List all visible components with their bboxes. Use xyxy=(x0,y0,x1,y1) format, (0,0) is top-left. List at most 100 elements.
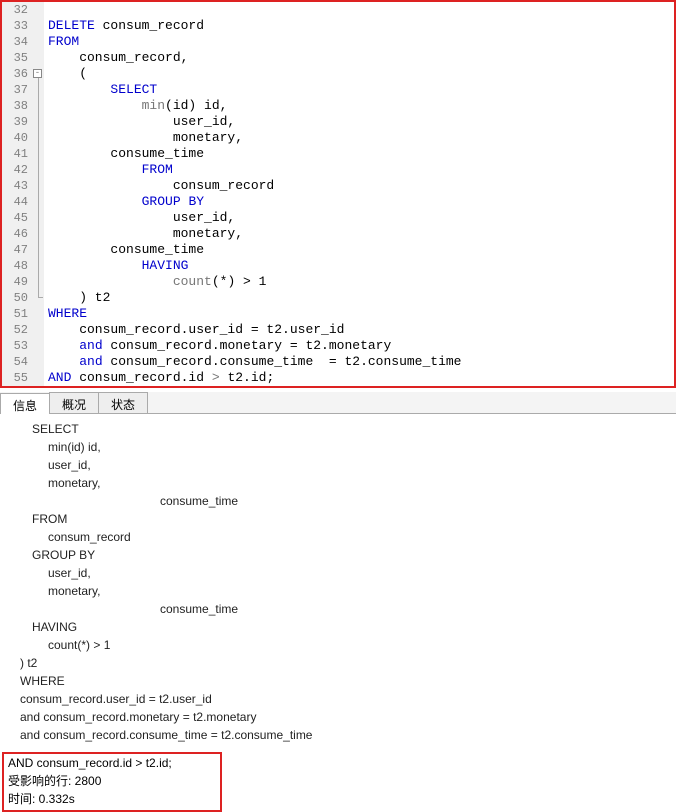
fold-gutter[interactable] xyxy=(32,354,44,370)
code-text[interactable]: AND consum_record.id > t2.id; xyxy=(44,370,674,386)
fold-gutter[interactable] xyxy=(32,274,44,290)
line-number: 49 xyxy=(2,274,32,290)
code-line[interactable]: 52 consum_record.user_id = t2.user_id xyxy=(2,322,674,338)
output-line: HAVING xyxy=(20,618,666,636)
line-number: 37 xyxy=(2,82,32,98)
code-text[interactable]: SELECT xyxy=(44,82,674,98)
fold-gutter[interactable] xyxy=(32,210,44,226)
code-text[interactable]: and consum_record.consume_time = t2.cons… xyxy=(44,354,674,370)
code-line[interactable]: 48 HAVING xyxy=(2,258,674,274)
code-text[interactable]: monetary, xyxy=(44,226,674,242)
code-text[interactable]: FROM xyxy=(44,162,674,178)
code-text[interactable]: FROM xyxy=(44,34,674,50)
code-line[interactable]: 54 and consum_record.consume_time = t2.c… xyxy=(2,354,674,370)
line-number: 36 xyxy=(2,66,32,82)
sql-editor[interactable]: 3233DELETE consum_record34FROM35 consum_… xyxy=(0,0,676,388)
fold-gutter[interactable] xyxy=(32,114,44,130)
code-text[interactable]: ( xyxy=(44,66,674,82)
code-line[interactable]: 35 consum_record, xyxy=(2,50,674,66)
fold-gutter[interactable] xyxy=(32,258,44,274)
code-text[interactable]: consume_time xyxy=(44,242,674,258)
code-text[interactable]: consum_record.user_id = t2.user_id xyxy=(44,322,674,338)
line-number: 34 xyxy=(2,34,32,50)
fold-gutter[interactable] xyxy=(32,130,44,146)
fold-gutter[interactable] xyxy=(32,2,44,18)
code-text[interactable] xyxy=(44,2,674,18)
code-line[interactable]: 51WHERE xyxy=(2,306,674,322)
output-line: and consum_record.consume_time = t2.cons… xyxy=(20,726,666,744)
line-number: 41 xyxy=(2,146,32,162)
code-line[interactable]: 43 consum_record xyxy=(2,178,674,194)
fold-gutter[interactable] xyxy=(32,242,44,258)
code-text[interactable]: consum_record, xyxy=(44,50,674,66)
code-line[interactable]: 44 GROUP BY xyxy=(2,194,674,210)
fold-gutter[interactable] xyxy=(32,82,44,98)
code-line[interactable]: 46 monetary, xyxy=(2,226,674,242)
output-line: min(id) id, xyxy=(20,438,666,456)
code-line[interactable]: 45 user_id, xyxy=(2,210,674,226)
output-line: consum_record xyxy=(20,528,666,546)
fold-gutter[interactable] xyxy=(32,98,44,114)
fold-gutter[interactable] xyxy=(32,178,44,194)
code-text[interactable]: min(id) id, xyxy=(44,98,674,114)
code-text[interactable]: consum_record xyxy=(44,178,674,194)
code-line[interactable]: 41 consume_time xyxy=(2,146,674,162)
code-line[interactable]: 34 FROM xyxy=(2,34,674,50)
code-text[interactable]: consume_time xyxy=(44,146,674,162)
fold-gutter[interactable] xyxy=(32,338,44,354)
line-number: 52 xyxy=(2,322,32,338)
fold-gutter[interactable] xyxy=(32,18,44,34)
fold-gutter[interactable] xyxy=(32,162,44,178)
fold-gutter[interactable]: - xyxy=(32,66,44,82)
line-number: 54 xyxy=(2,354,32,370)
code-text[interactable]: ) t2 xyxy=(44,290,674,306)
code-text[interactable]: monetary, xyxy=(44,130,674,146)
code-line[interactable]: 55AND consum_record.id > t2.id; xyxy=(2,370,674,386)
code-line[interactable]: 47 consume_time xyxy=(2,242,674,258)
fold-gutter[interactable] xyxy=(32,194,44,210)
fold-gutter[interactable] xyxy=(32,146,44,162)
code-line[interactable]: 42 FROM xyxy=(2,162,674,178)
output-line: user_id, xyxy=(20,456,666,474)
code-line[interactable]: 32 xyxy=(2,2,674,18)
code-line[interactable]: 53 and consum_record.monetary = t2.monet… xyxy=(2,338,674,354)
line-number: 39 xyxy=(2,114,32,130)
code-line[interactable]: 39 user_id, xyxy=(2,114,674,130)
output-line: GROUP BY xyxy=(20,546,666,564)
code-line[interactable]: 49 count(*) > 1 xyxy=(2,274,674,290)
code-text[interactable]: user_id, xyxy=(44,114,674,130)
fold-gutter[interactable] xyxy=(32,290,44,306)
code-line[interactable]: 36- ( xyxy=(2,66,674,82)
code-text[interactable]: HAVING xyxy=(44,258,674,274)
output-line: consum_record.user_id = t2.user_id xyxy=(20,690,666,708)
line-number: 50 xyxy=(2,290,32,306)
result-highlight: AND consum_record.id > t2.id;受影响的行: 2800… xyxy=(2,752,222,812)
code-text[interactable]: and consum_record.monetary = t2.monetary xyxy=(44,338,674,354)
tab-0[interactable]: 信息 xyxy=(0,393,50,414)
code-text[interactable]: user_id, xyxy=(44,210,674,226)
fold-gutter[interactable] xyxy=(32,322,44,338)
result-tabs: 信息概况状态 xyxy=(0,392,676,414)
output-line: and consum_record.monetary = t2.monetary xyxy=(20,708,666,726)
code-text[interactable]: count(*) > 1 xyxy=(44,274,674,290)
line-number: 46 xyxy=(2,226,32,242)
tab-2[interactable]: 状态 xyxy=(98,392,148,413)
code-line[interactable]: 40 monetary, xyxy=(2,130,674,146)
line-number: 32 xyxy=(2,2,32,18)
tab-1[interactable]: 概况 xyxy=(49,392,99,413)
fold-gutter[interactable] xyxy=(32,226,44,242)
code-line[interactable]: 50 ) t2 xyxy=(2,290,674,306)
code-text[interactable]: DELETE consum_record xyxy=(44,18,674,34)
fold-gutter[interactable] xyxy=(32,306,44,322)
output-line: consume_time xyxy=(20,492,666,510)
line-number: 43 xyxy=(2,178,32,194)
fold-gutter[interactable] xyxy=(32,50,44,66)
code-text[interactable]: GROUP BY xyxy=(44,194,674,210)
code-text[interactable]: WHERE xyxy=(44,306,674,322)
code-line[interactable]: 33DELETE consum_record xyxy=(2,18,674,34)
code-line[interactable]: 37 SELECT xyxy=(2,82,674,98)
fold-gutter[interactable] xyxy=(32,370,44,386)
code-line[interactable]: 38 min(id) id, xyxy=(2,98,674,114)
line-number: 48 xyxy=(2,258,32,274)
fold-gutter[interactable] xyxy=(32,34,44,50)
